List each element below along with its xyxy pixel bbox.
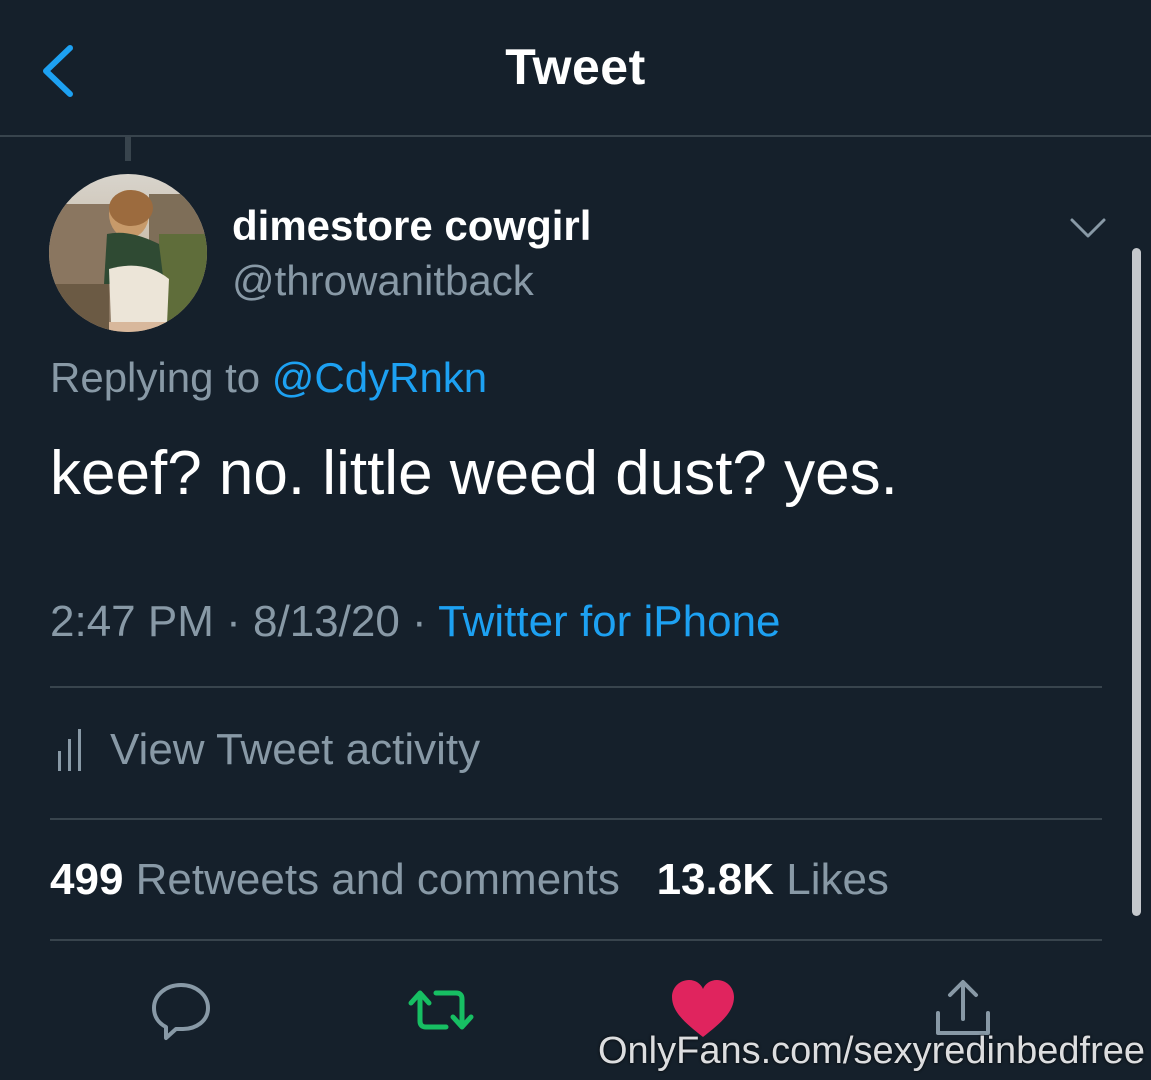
divider: [50, 686, 1102, 688]
likes-count: 13.8K: [656, 855, 774, 904]
divider: [50, 939, 1102, 941]
reply-icon: [152, 983, 210, 1040]
retweets-count: 499: [50, 855, 124, 904]
retweets-stat[interactable]: 499 Retweets and comments: [50, 855, 620, 904]
watermark-text: OnlyFans.com/sexyredinbedfree: [597, 1030, 1145, 1072]
meta-separator: ·: [226, 597, 241, 646]
likes-stat[interactable]: 13.8K Likes: [657, 855, 889, 904]
divider: [50, 818, 1102, 820]
bar-chart-icon: [58, 729, 81, 771]
retweet-button[interactable]: [406, 975, 476, 1045]
tweet-detail-screen: Tweet dimestore cowgirl @throwanitback R…: [0, 0, 1151, 1080]
view-tweet-activity-button[interactable]: View Tweet activity: [50, 722, 480, 778]
replying-to-label: Replying to: [50, 354, 261, 401]
replying-to-mention[interactable]: @CdyRnkn: [272, 354, 487, 401]
page-title: Tweet: [505, 39, 646, 95]
tweet-date: 8/13/20: [253, 597, 400, 646]
reply-button[interactable]: [146, 975, 216, 1045]
tweet-time: 2:47 PM: [50, 597, 214, 646]
thread-connector-line: [125, 137, 131, 161]
author-display-name[interactable]: dimestore cowgirl: [232, 202, 591, 250]
chevron-down-icon: [1070, 218, 1106, 238]
retweet-icon: [408, 990, 474, 1030]
tweet-stats: 499 Retweets and comments 13.8K Likes: [50, 855, 889, 905]
author-handle[interactable]: @throwanitback: [232, 257, 534, 305]
avatar[interactable]: [49, 174, 207, 332]
scrollbar[interactable]: [1132, 248, 1141, 916]
replying-to-line: Replying to @CdyRnkn: [50, 354, 487, 402]
meta-separator: ·: [412, 597, 427, 646]
tweet-text: keef? no. little weed dust? yes.: [50, 439, 898, 508]
tweet-options-button[interactable]: [1066, 210, 1110, 246]
view-tweet-activity-label: View Tweet activity: [110, 725, 481, 774]
top-nav-bar: Tweet: [0, 0, 1151, 137]
tweet-source-link[interactable]: Twitter for iPhone: [438, 597, 780, 646]
avatar-photo: [49, 174, 207, 332]
tweet-meta: 2:47 PM · 8/13/20 · Twitter for iPhone: [50, 597, 781, 647]
retweets-label: Retweets and comments: [135, 855, 620, 904]
likes-label: Likes: [786, 855, 889, 904]
